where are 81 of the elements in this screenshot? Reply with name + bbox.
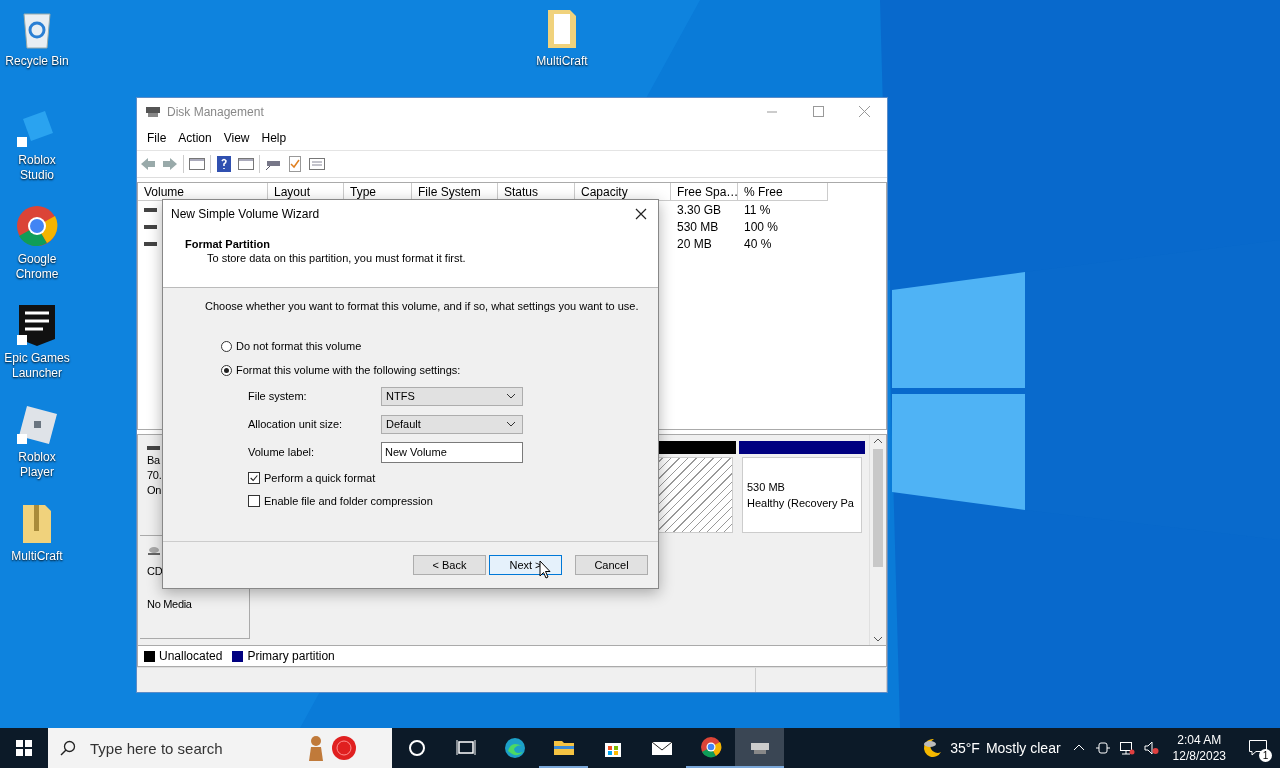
column-header[interactable]: Free Spa… (671, 183, 738, 201)
desktop-icon-label: MultiCraft (536, 54, 588, 69)
chevron-down-icon (506, 393, 516, 399)
desktop-icon-label: Recycle Bin (5, 54, 69, 69)
clock-time[interactable]: 2:04 AM (1177, 732, 1222, 748)
table-cell: 11 % (744, 202, 771, 217)
checkbox[interactable] (248, 494, 260, 507)
menu-item[interactable]: View (217, 131, 256, 145)
clock-date[interactable]: 12/8/2023 (1172, 748, 1226, 764)
legend-label: Primary partition (247, 649, 335, 663)
chrome-icon[interactable] (15, 204, 59, 248)
field-label: Allocation unit size: (248, 418, 344, 430)
weather-condition[interactable]: Mostly clear (985, 740, 1061, 756)
table-cell: 3.30 GB (677, 202, 722, 217)
field-label: Volume label: (248, 446, 316, 458)
instruction-text: Choose whether you want to format this volume, and if so, what settings you want to use. (205, 300, 640, 312)
chevron-down-icon (506, 421, 516, 427)
search-field[interactable]: Type here to search (88, 738, 302, 758)
checklist-icon[interactable] (286, 155, 304, 173)
drive-icon (144, 222, 158, 231)
disk-info-text: 70. (147, 468, 162, 483)
desktop-icon-label: Roblox Player (17, 450, 57, 480)
speech-bubble-icon (1248, 739, 1268, 757)
disk-info-text: Ba (147, 453, 160, 468)
dropdown[interactable]: Default (381, 414, 523, 434)
desktop-icon-label: Google Chrome (14, 252, 60, 282)
cancel-button[interactable]: Cancel (575, 555, 648, 575)
field-label: File system: (248, 390, 308, 402)
disk-info-text: CD (147, 564, 163, 579)
drive-icon (144, 205, 158, 214)
table-cell: 530 MB (677, 219, 719, 234)
mouse-pointer-icon (539, 560, 551, 579)
wizard-button[interactable]: < Back (413, 555, 486, 575)
menu-item[interactable]: Action (172, 131, 218, 145)
table-cell: 20 MB (677, 236, 712, 251)
partition-status: Healthy (Recovery Pa (747, 496, 855, 511)
scrollbar[interactable] (869, 435, 886, 645)
desktop-icon-label: Roblox Studio (17, 153, 57, 183)
edge-icon (502, 736, 527, 760)
network-icon[interactable] (1118, 740, 1135, 756)
wizard-subheading: To store data on this partition, you must format it first. (207, 252, 467, 264)
help-icon[interactable] (215, 155, 233, 173)
desktop-icon-label: Epic Games Launcher (3, 351, 71, 381)
window-title: Disk Management (167, 105, 264, 119)
notification-count: 1 (1259, 749, 1272, 762)
input-field[interactable]: New Volume (381, 441, 523, 463)
table-cell: 100 % (744, 219, 779, 234)
drive-icon (144, 239, 158, 248)
list-view-icon[interactable] (308, 155, 326, 173)
legend-label: Unallocated (159, 649, 223, 663)
chrome-icon (698, 735, 723, 759)
checkbox-label[interactable]: Perform a quick format (264, 471, 376, 484)
search-icon (60, 740, 76, 756)
speaker-muted-icon[interactable] (1142, 740, 1159, 756)
weather-temperature[interactable]: 35°F (950, 740, 980, 756)
partition-size: 530 MB (747, 480, 786, 495)
radio-button[interactable] (221, 364, 232, 376)
pane-icon[interactable] (237, 155, 255, 173)
menu-item[interactable]: Help (255, 131, 293, 145)
device-icon[interactable] (1094, 740, 1111, 756)
radio-button[interactable] (221, 340, 232, 352)
taskbar-button[interactable] (735, 728, 784, 768)
disk-drive-icon (145, 104, 161, 120)
checkbox-label[interactable]: Enable file and folder compression (264, 494, 433, 507)
menu-item[interactable]: File (141, 131, 173, 145)
close-icon[interactable] (634, 207, 648, 221)
search-box[interactable]: Type here to search (48, 728, 392, 768)
radio-label[interactable]: Do not format this volume (236, 340, 362, 352)
dropdown[interactable]: NTFS (381, 386, 523, 406)
wizard-heading: Format Partition (185, 238, 271, 250)
pane-icon[interactable] (188, 155, 206, 173)
radio-label[interactable]: Format this volume with the following settings: (236, 364, 461, 376)
drive-icon (147, 443, 161, 453)
disk-info-text: No Media (147, 597, 192, 612)
notification-button[interactable]: 1 (1236, 728, 1280, 768)
checkbox[interactable] (248, 471, 260, 484)
dialog-title: New Simple Volume Wizard (171, 207, 320, 221)
disk-info-text: On (147, 483, 162, 498)
desktop-icon-label: MultiCraft (11, 549, 63, 564)
column-header[interactable]: % Free (738, 183, 828, 201)
table-cell: 40 % (744, 236, 772, 251)
